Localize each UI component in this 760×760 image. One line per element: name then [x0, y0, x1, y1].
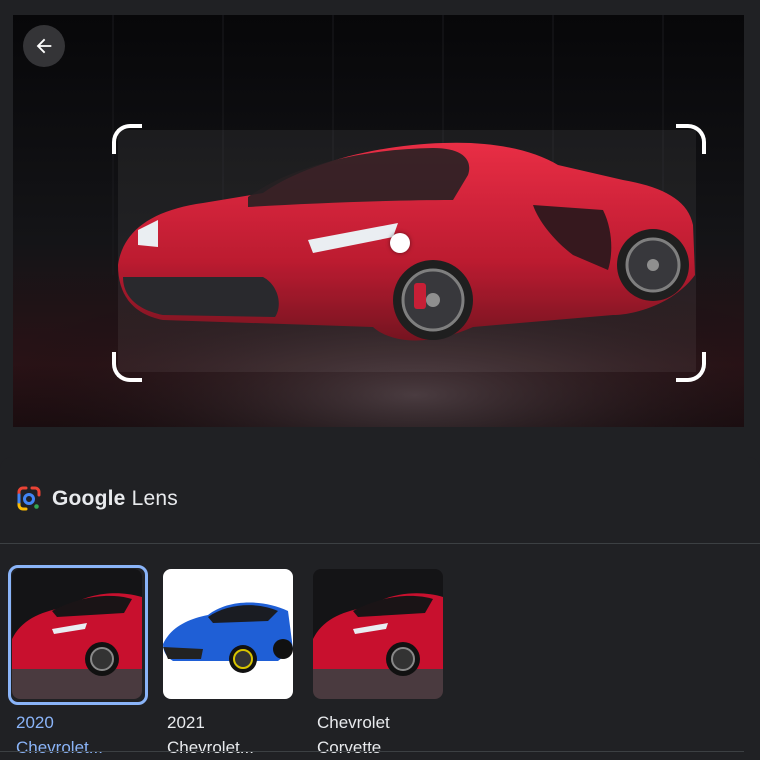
result-label-line2: Chevrolet... [167, 738, 254, 757]
blue-car-thumbnail [163, 569, 293, 699]
google-lens-icon [17, 486, 41, 511]
result-label[interactable]: 2020 Chevrolet... [16, 710, 146, 760]
back-button[interactable] [23, 25, 65, 67]
crop-handle-top-left[interactable] [112, 124, 142, 154]
divider [0, 751, 744, 752]
arrow-left-icon [36, 38, 52, 54]
lens-brand-word: Google [52, 487, 126, 510]
lens-header: Google Lens [16, 484, 178, 514]
result-thumbnail[interactable] [313, 569, 443, 699]
object-dot-marker[interactable] [390, 233, 410, 253]
lens-title: Google Lens [52, 487, 178, 511]
red-car-thumbnail [313, 569, 443, 699]
result-label-line1: 2021 [167, 713, 205, 732]
result-label-line1: 2020 [16, 713, 54, 732]
divider [0, 543, 760, 544]
lens-results-panel: Google Lens 2020 Chevrolet... 2021 Chevr… [0, 457, 760, 757]
lens-product-word: Lens [131, 487, 178, 510]
result-label-line1: Chevrolet [317, 713, 390, 732]
result-label[interactable]: Chevrolet Corvette [317, 710, 447, 760]
result-label[interactable]: 2021 Chevrolet... [167, 710, 297, 760]
image-viewer [0, 0, 760, 457]
red-car-thumbnail [12, 569, 142, 699]
result-thumbnail[interactable] [163, 569, 293, 699]
result-label-line2: Corvette [317, 738, 382, 757]
selection-region[interactable] [118, 130, 696, 372]
result-thumbnail[interactable] [12, 569, 142, 699]
result-label-line2: Chevrolet... [16, 738, 103, 757]
